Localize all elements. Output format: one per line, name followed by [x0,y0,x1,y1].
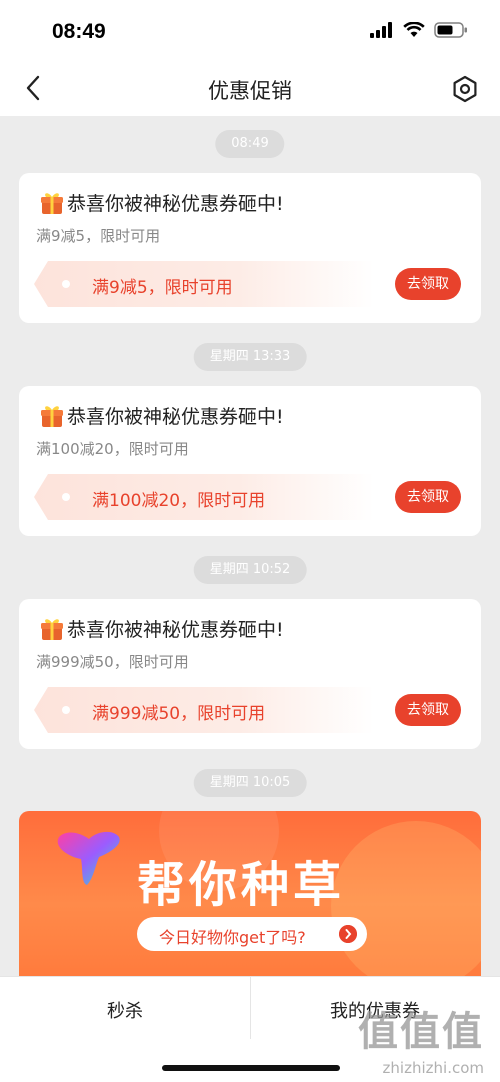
coupon-message-card[interactable]: 恭喜你被神秘优惠券砸中! 满9减5，限时可用 满9减5，限时可用 去领取 [19,173,481,323]
gift-icon [41,618,63,640]
coupon-message-card[interactable]: 恭喜你被神秘优惠券砸中! 满999减50，限时可用 满999减50，限时可用 去… [19,599,481,749]
banner-title: 帮你种草 [137,857,346,913]
claim-button[interactable]: 去领取 [395,268,461,300]
coupon-strip: 满9减5，限时可用 [34,261,374,307]
promo-banner[interactable]: 帮你种草 今日好物你get了吗? [19,811,481,976]
chevron-right-icon [339,925,357,943]
card-title-text: 恭喜你被神秘优惠券砸中! [67,193,284,215]
card-title: 恭喜你被神秘优惠券砸中! [39,189,284,216]
claim-button[interactable]: 去领取 [395,694,461,726]
nav-bar: 优惠促销 [0,60,500,116]
coupon-text: 满9减5，限时可用 [92,278,233,298]
timestamp-pill: 星期四 10:05 [193,769,307,797]
battery-icon [434,22,467,38]
card-title-text: 恭喜你被神秘优惠券砸中! [67,619,284,641]
watermark: 值值值 zhizhizhi.com [358,999,484,1077]
page-title: 优惠促销 [208,79,292,103]
card-title-text: 恭喜你被神秘优惠券砸中! [67,406,284,428]
banner-cta-text: 今日好物你get了吗? [159,928,306,947]
watermark-url: zhizhizhi.com [382,1059,484,1077]
brand-logo-icon [57,831,120,885]
home-indicator[interactable] [162,1065,340,1071]
timestamp-pill: 星期四 10:52 [193,556,307,584]
card-subtitle: 满999减50，限时可用 [36,653,189,671]
wifi-icon [403,22,425,37]
coupon-message-card[interactable]: 恭喜你被神秘优惠券砸中! 满100减20，限时可用 满100减20，限时可用 去… [19,386,481,536]
settings-icon[interactable] [450,74,480,104]
tab-flash-sale[interactable]: 秒杀 [0,997,250,1023]
coupon-text: 满100减20，限时可用 [92,491,266,511]
card-title: 恭喜你被神秘优惠券砸中! [39,615,284,642]
cellular-signal-icon [370,22,392,38]
timestamp-pill: 08:49 [215,130,285,158]
claim-button[interactable]: 去领取 [395,481,461,513]
coupon-text: 满999减50，限时可用 [92,704,266,724]
coupon-dot [62,280,70,288]
status-bar: 08:49 [0,0,500,60]
timestamp-pill: 星期四 13:33 [193,343,307,371]
coupon-dot [62,706,70,714]
watermark-glyphs: 值值值 [358,1009,484,1055]
banner-decoration [331,821,481,976]
bottom-tab-bar: 秒杀 我的优惠券 值值值 zhizhizhi.com [0,976,500,1082]
coupon-dot [62,493,70,501]
banner-cta-button[interactable]: 今日好物你get了吗? [137,917,367,951]
status-icons [370,22,468,38]
coupon-strip: 满100减20，限时可用 [34,474,374,520]
card-title: 恭喜你被神秘优惠券砸中! [39,402,284,429]
gift-icon [41,405,63,427]
card-subtitle: 满100减20，限时可用 [36,440,189,458]
status-time: 08:49 [52,20,106,43]
message-list[interactable]: 08:49 恭喜你被神秘优惠券砸中! 满9减5，限时可用 满9减5，限时可用 去… [0,116,500,976]
coupon-strip: 满999减50，限时可用 [34,687,374,733]
card-subtitle: 满9减5，限时可用 [36,227,161,245]
gift-icon [41,192,63,214]
